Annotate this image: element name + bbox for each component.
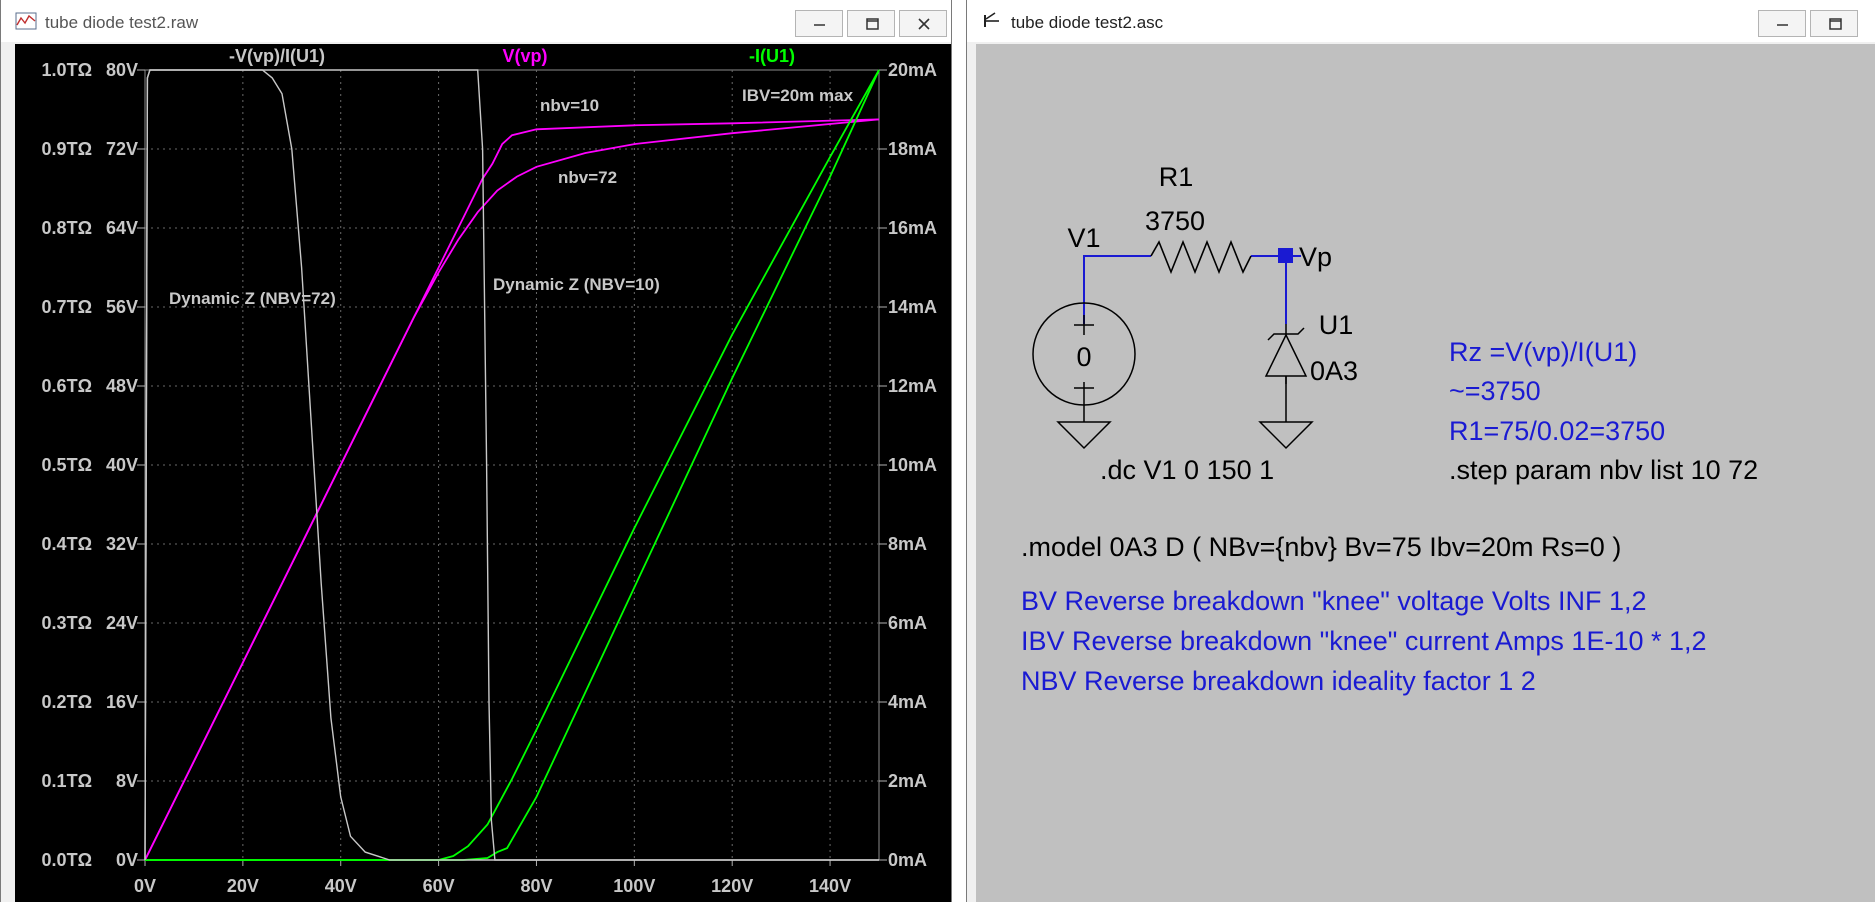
annotation-dynamic-z-72: Dynamic Z (NBV=72)	[169, 289, 336, 308]
minimize-icon	[1777, 24, 1788, 26]
ground-icon	[1258, 421, 1314, 450]
close-button[interactable]	[899, 10, 947, 37]
y-tick-label-i: 14mA	[888, 297, 937, 317]
y-tick-label-i: 8mA	[888, 534, 927, 554]
x-tick-label: 120V	[711, 876, 753, 896]
waveform-icon	[15, 12, 37, 30]
x-tick-label: 40V	[325, 876, 357, 896]
y-tick-label-z: 0.4TΩ	[42, 534, 92, 554]
y-tick-label-z: 0.3TΩ	[42, 613, 92, 633]
y-tick-label-v: 0V	[116, 850, 138, 870]
y-tick-label-v: 80V	[106, 60, 138, 80]
ground-icon	[1056, 421, 1112, 450]
trace-label-iu1: -I(U1)	[749, 46, 795, 66]
y-tick-label-z: 0.6TΩ	[42, 376, 92, 396]
schematic-canvas[interactable]: R1 3750 V1 0 U1 0A3 Vp .dc V1 0 150 1 .s…	[976, 44, 1875, 902]
y-tick-label-v: 56V	[106, 297, 138, 317]
close-icon	[918, 18, 930, 30]
plot-window: tube diode test2.raw 0V 20V 40V 60V 80V 100V 1…	[0, 0, 952, 902]
wire-v1-to-r1	[1083, 255, 1151, 324]
schematic-minimize-button[interactable]	[1758, 10, 1806, 37]
y-tick-label-v: 24V	[106, 613, 138, 633]
maximize-icon	[1829, 18, 1842, 30]
comment-approx[interactable]: ~=3750	[1449, 376, 1541, 406]
schematic-maximize-button[interactable]	[1810, 10, 1858, 37]
maximize-button[interactable]	[847, 10, 895, 37]
y-tick-label-v: 8V	[116, 771, 138, 791]
trace-label-dynamic-z: -V(vp)/I(U1)	[229, 46, 325, 66]
minimize-button[interactable]	[795, 10, 843, 37]
dc-directive[interactable]: .dc V1 0 150 1	[1100, 455, 1274, 485]
series-line-vvp-nbv10[interactable]	[144, 118, 880, 861]
step-directive[interactable]: .step param nbv list 10 72	[1449, 455, 1758, 485]
y-tick-label-i: 0mA	[888, 850, 927, 870]
u1-name: U1	[1319, 310, 1354, 340]
y-tick-label-v: 40V	[106, 455, 138, 475]
x-tick-label: 140V	[809, 876, 851, 896]
y-tick-label-z: 0.8TΩ	[42, 218, 92, 238]
comment-r1-calc[interactable]: R1=75/0.02=3750	[1449, 416, 1665, 446]
y-tick-label-v: 64V	[106, 218, 138, 238]
x-tick-label: 60V	[423, 876, 455, 896]
trace-label-vvp: V(vp)	[503, 46, 548, 66]
y-tick-label-v: 48V	[106, 376, 138, 396]
r1-value[interactable]: 3750	[1145, 206, 1205, 236]
waveform-plot-svg: 0V 20V 40V 60V 80V 100V 120V 140V 1.0TΩ 80V 20mA 0.…	[42, 46, 937, 896]
x-tick-label: 0V	[134, 876, 156, 896]
schematic-window: tube diode test2.asc R1 3750 V1 0 U1 0A3…	[966, 0, 1875, 902]
v1-value[interactable]: 0	[1076, 342, 1091, 372]
annotation-dynamic-z-10: Dynamic Z (NBV=10)	[493, 275, 660, 294]
y-tick-label-v: 16V	[106, 692, 138, 712]
y-tick-label-z: 0.9TΩ	[42, 139, 92, 159]
comment-nbv[interactable]: NBV Reverse breakdown ideality factor 1 …	[1021, 666, 1536, 696]
zener-diode-u1[interactable]	[1264, 324, 1308, 384]
comment-ibv[interactable]: IBV Reverse breakdown "knee" current Amp…	[1021, 626, 1707, 656]
y-tick-label-i: 6mA	[888, 613, 927, 633]
series-line-vvp-nbv72[interactable]	[144, 118, 880, 861]
plot-window-title: tube diode test2.raw	[45, 13, 199, 32]
schematic-window-title: tube diode test2.asc	[1011, 13, 1164, 32]
y-tick-label-z: 0.1TΩ	[42, 771, 92, 791]
y-tick-label-z: 0.5TΩ	[42, 455, 92, 475]
y-tick-label-v: 32V	[106, 534, 138, 554]
y-tick-label-z: 0.7TΩ	[42, 297, 92, 317]
waveform-plot[interactable]: 0V 20V 40V 60V 80V 100V 120V 140V 1.0TΩ 80V 20mA 0.…	[15, 44, 951, 902]
y-tick-label-i: 2mA	[888, 771, 927, 791]
y-tick-label-i: 18mA	[888, 139, 937, 159]
y-tick-label-i: 12mA	[888, 376, 937, 396]
wire-r1-to-vp	[1251, 255, 1287, 324]
y-tick-label-i: 4mA	[888, 692, 927, 712]
transistor-icon	[984, 12, 999, 27]
x-tick-label: 80V	[520, 876, 552, 896]
y-tick-label-i: 10mA	[888, 455, 937, 475]
x-tick-label: 100V	[613, 876, 655, 896]
resistor-r1[interactable]	[1150, 239, 1252, 275]
comment-bv[interactable]: BV Reverse breakdown "knee" voltage Volt…	[1021, 586, 1647, 616]
x-tick-label: 20V	[227, 876, 259, 896]
plot-window-titlebar[interactable]: tube diode test2.raw	[1, 0, 951, 42]
r1-name: R1	[1159, 162, 1194, 192]
node-vp-marker[interactable]	[1278, 248, 1293, 263]
schematic-svg: R1 3750 V1 0 U1 0A3 Vp .dc V1 0 150 1 .s…	[1021, 162, 1758, 696]
node-vp-label[interactable]: Vp	[1299, 242, 1332, 272]
annotation-nbv10: nbv=10	[540, 96, 599, 115]
v1-name: V1	[1067, 223, 1100, 253]
y-tick-label-v: 72V	[106, 139, 138, 159]
model-directive[interactable]: .model 0A3 D ( NBv={nbv} Bv=75 Ibv=20m R…	[1021, 532, 1621, 562]
schematic-window-titlebar[interactable]: tube diode test2.asc	[967, 0, 1875, 42]
u1-value[interactable]: 0A3	[1310, 356, 1358, 386]
y-tick-label-z: 0.2TΩ	[42, 692, 92, 712]
y-tick-label-i: 16mA	[888, 218, 937, 238]
comment-rz[interactable]: Rz =V(vp)/I(U1)	[1449, 337, 1637, 367]
y-tick-label-i: 20mA	[888, 60, 937, 80]
y-tick-label-z: 1.0TΩ	[42, 60, 92, 80]
minimize-icon	[814, 24, 825, 26]
annotation-nbv72: nbv=72	[558, 168, 617, 187]
maximize-icon	[866, 18, 879, 30]
annotation-ibv: IBV=20m max	[742, 86, 854, 105]
y-tick-label-z: 0.0TΩ	[42, 850, 92, 870]
